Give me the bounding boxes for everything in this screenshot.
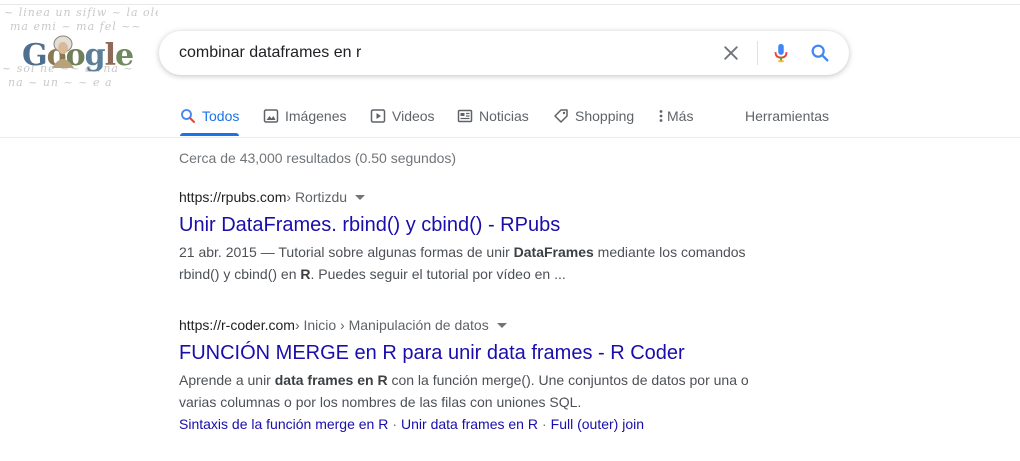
result-breadcrumb: https://r-coder.com › Inicio › Manipulac… (179, 315, 779, 335)
snippet-text: Aprende a unir (179, 372, 275, 388)
tab-label: Todos (202, 108, 240, 124)
result-title-link[interactable]: FUNCIÓN MERGE en R para unir data frames… (179, 340, 779, 366)
result-url: https://r-coder.com (179, 317, 295, 333)
search-icon[interactable] (809, 42, 831, 64)
result-snippet: Aprende a unir data frames en R con la f… (179, 369, 759, 413)
tab-mas[interactable]: Más (657, 96, 693, 136)
tab-label: Videos (392, 108, 435, 124)
tab-noticias[interactable]: Noticias (457, 96, 529, 136)
clear-icon[interactable] (721, 43, 741, 63)
search-box (159, 31, 849, 75)
tab-shopping[interactable]: Shopping (553, 96, 634, 136)
doodle-portrait-icon (52, 35, 74, 68)
sitelink-separator: · (392, 416, 398, 432)
active-tab-indicator (180, 133, 239, 136)
news-icon (457, 109, 473, 123)
result-breadcrumb: https://rpubs.com › Rortizdu (179, 187, 779, 207)
result-title-link[interactable]: Unir DataFrames. rbind() y cbind() - RPu… (179, 212, 779, 238)
search-tabs: Todos Imágenes Videos Noticias Shopping (0, 96, 1020, 138)
tab-videos[interactable]: Videos (370, 96, 435, 136)
searchbox-divider (757, 41, 758, 65)
search-icon (181, 109, 195, 123)
image-icon (263, 109, 279, 123)
tab-label: Shopping (575, 108, 635, 124)
tools-button[interactable]: Herramientas (745, 96, 829, 136)
snippet-highlight: R (300, 266, 311, 282)
result-url: https://rpubs.com (179, 189, 287, 205)
search-result: https://r-coder.com › Inicio › Manipulac… (179, 315, 779, 435)
tab-label: Imágenes (285, 108, 347, 124)
chevron-down-icon[interactable] (496, 322, 507, 328)
google-doodle-logo[interactable]: ~ linea un sifiw ~ la ole ma emi ~ ma fe… (0, 0, 158, 100)
tag-icon (554, 109, 568, 123)
tab-label: Herramientas (745, 108, 830, 124)
tabs-divider (0, 137, 1020, 138)
sitelink[interactable]: Full (outer) join (551, 416, 644, 432)
more-vert-icon (659, 110, 663, 122)
search-input[interactable] (179, 41, 699, 65)
result-sitelinks: Sintaxis de la función merge en R · Unir d… (179, 413, 779, 435)
sitelink-separator: · (541, 416, 547, 432)
snippet-highlight: DataFrames (513, 244, 594, 260)
tab-label: Noticias (479, 108, 529, 124)
search-result: https://rpubs.com › Rortizdu Unir DataFr… (179, 187, 779, 285)
tab-label: Más (667, 108, 694, 124)
result-stats: Cerca de 43,000 resultados (0.50 segundo… (179, 150, 457, 166)
snippet-text: 21 abr. 2015 — Tutorial sobre algunas fo… (179, 244, 514, 260)
result-snippet: 21 abr. 2015 — Tutorial sobre algunas fo… (179, 241, 759, 285)
result-url-path: › Rortizdu (286, 189, 348, 205)
snippet-text: . Puedes seguir el tutorial por vídeo en… (310, 266, 566, 282)
microphone-icon[interactable] (770, 42, 792, 64)
play-icon (370, 109, 386, 123)
result-url-path: › Inicio › Manipulación de datos (294, 317, 489, 333)
sitelink[interactable]: Sintaxis de la función merge en R (179, 416, 388, 432)
chevron-down-icon[interactable] (355, 194, 366, 200)
sitelink[interactable]: Unir data frames en R (401, 416, 538, 432)
snippet-highlight: data frames en R (274, 372, 388, 388)
tab-todos[interactable]: Todos (180, 96, 239, 136)
tab-imagenes[interactable]: Imágenes (263, 96, 346, 136)
